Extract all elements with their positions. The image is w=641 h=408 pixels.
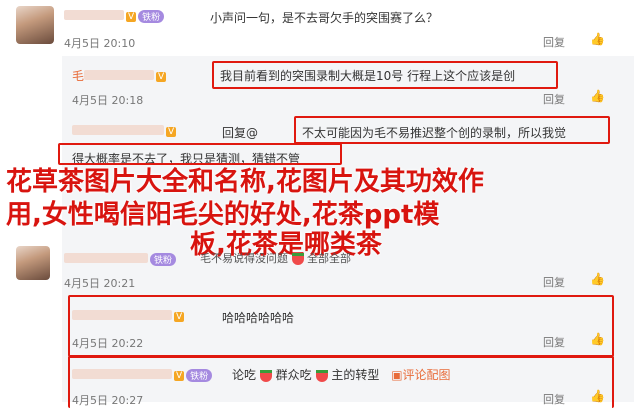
highlight-box — [68, 295, 614, 357]
like-icon[interactable]: 👍 — [590, 32, 605, 46]
vip-badge: V — [126, 11, 137, 22]
comment-date: 4月5日 20:18 — [72, 94, 144, 107]
fan-badge: 铁粉 — [138, 10, 165, 23]
commenter-name[interactable]: 铁粉 — [64, 252, 177, 266]
highlight-box — [212, 61, 558, 89]
avatar[interactable] — [16, 246, 50, 280]
fan-badge: 铁粉 — [150, 253, 177, 266]
like-icon[interactable]: 👍 — [590, 89, 605, 103]
vip-badge: V — [156, 71, 167, 82]
avatar[interactable] — [16, 6, 54, 44]
reply-button[interactable]: 回复 — [543, 91, 565, 107]
commenter-name[interactable]: 毛V — [72, 67, 167, 84]
like-icon[interactable]: 👍 — [590, 272, 605, 286]
comment-date: 4月5日 20:10 — [64, 37, 136, 50]
highlight-box — [294, 116, 610, 144]
watermelon-emoji — [291, 253, 304, 265]
commenter-name[interactable]: V — [72, 124, 177, 138]
reply-button[interactable]: 回复 — [543, 34, 565, 50]
overlay-title-line1: 花草茶图片大全和名称,花图片及其功效作 — [6, 167, 484, 197]
reply-button[interactable]: 回复 — [543, 274, 565, 290]
comment-text-prefix: 回复@ — [222, 126, 259, 140]
highlight-box — [68, 356, 614, 408]
commenter-name[interactable]: V 铁粉 — [64, 9, 165, 23]
comment-date: 4月5日 20:21 — [64, 277, 136, 290]
vip-badge: V — [166, 126, 177, 137]
comment-text: 毛不易说得没问题 全部全部 — [200, 252, 351, 265]
comment-text: 小声问一句，是不去哥欠手的突围赛了么？ — [210, 11, 439, 25]
